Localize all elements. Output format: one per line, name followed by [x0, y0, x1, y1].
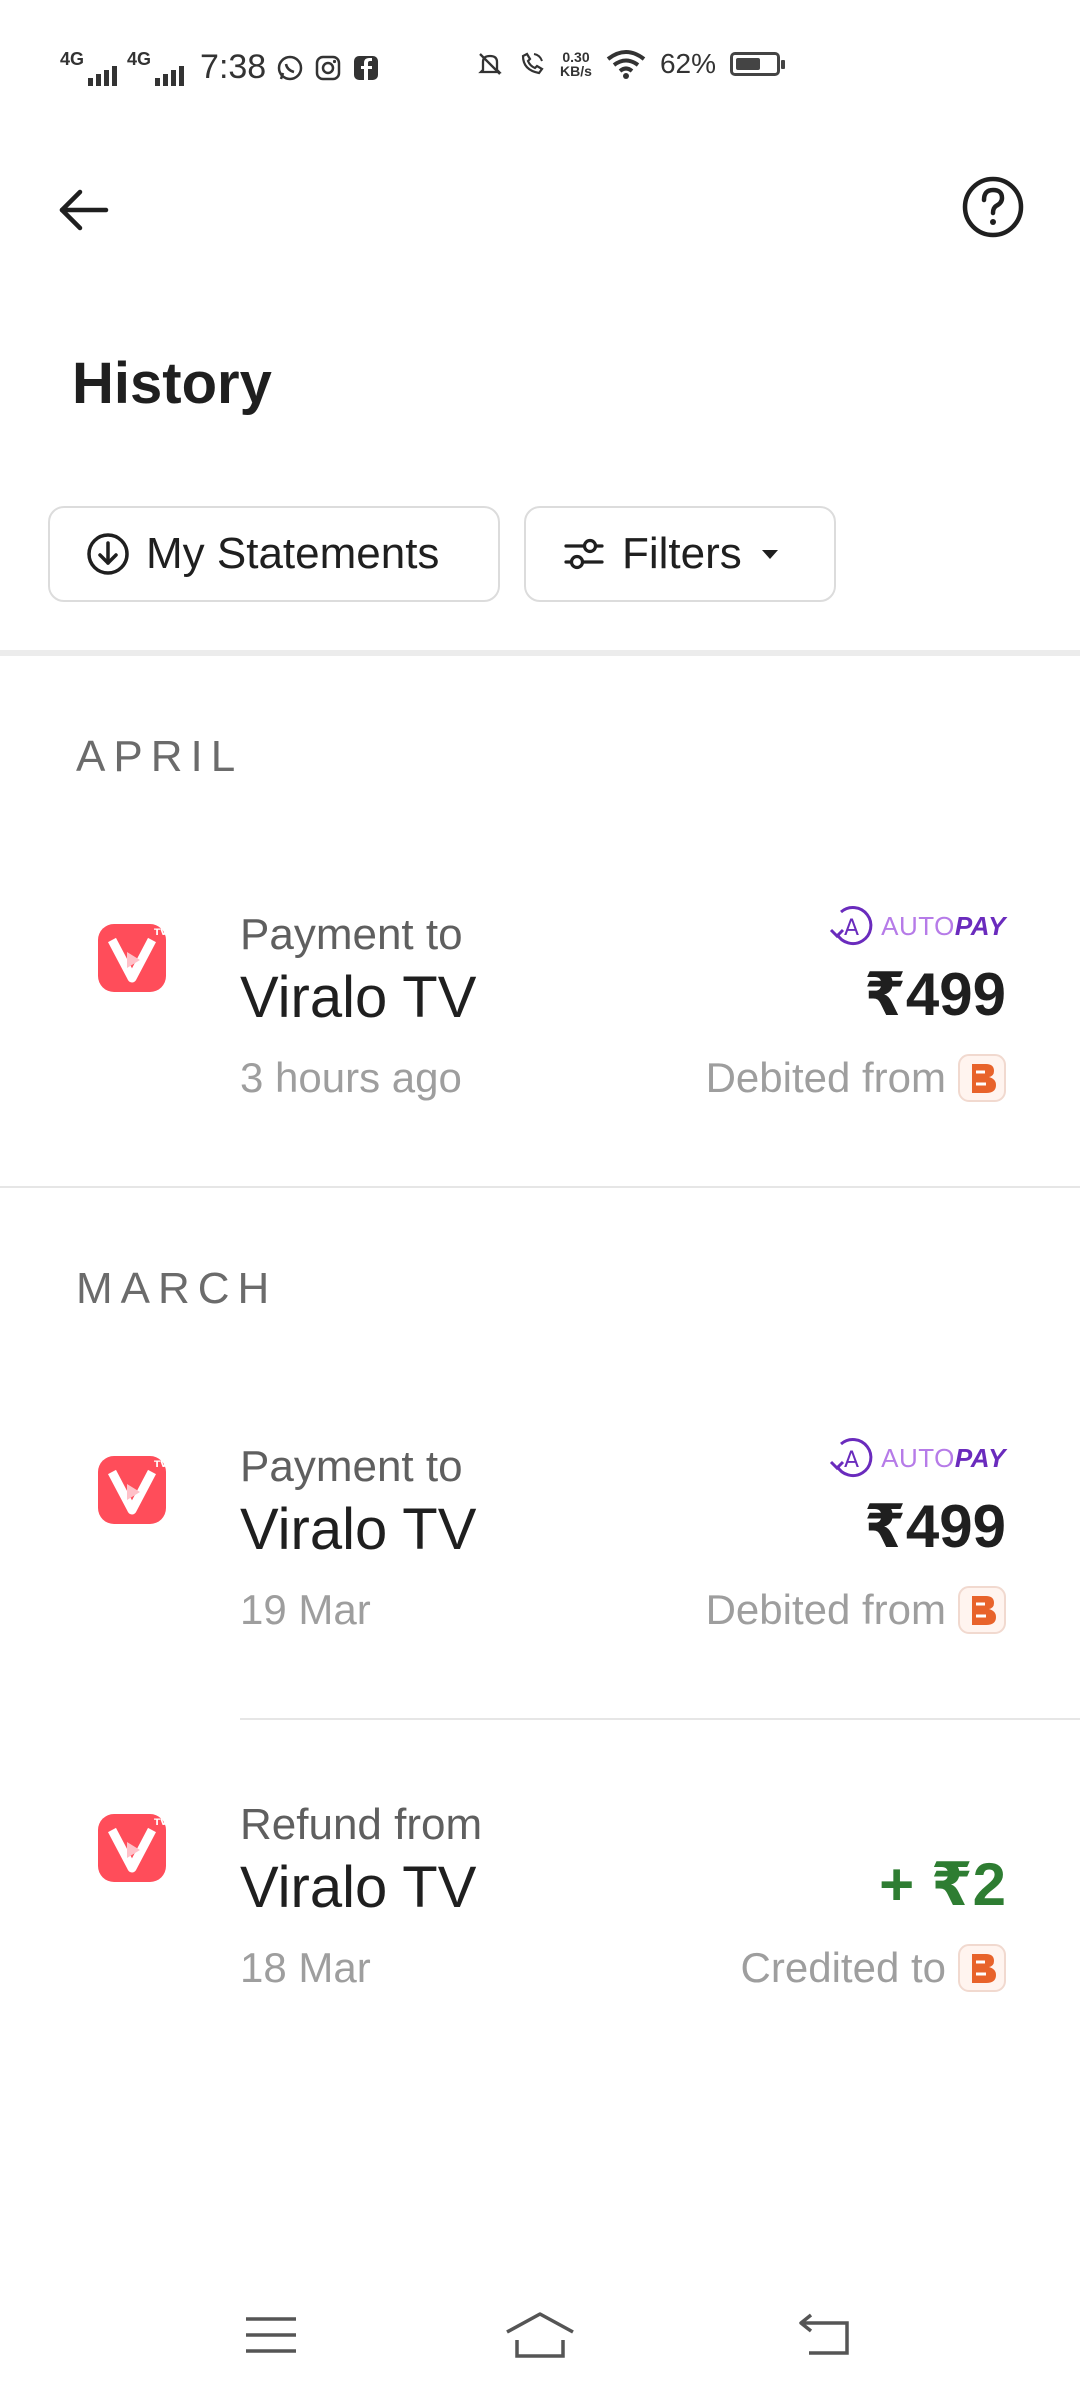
- home-button[interactable]: [495, 2290, 585, 2380]
- clock: 7:38: [200, 48, 267, 86]
- transaction-row[interactable]: TV Payment to Viralo TV 3 hours ago A AU…: [0, 862, 1080, 1102]
- network-type-1: 4G: [60, 49, 85, 69]
- whatsapp-icon: [277, 55, 303, 80]
- merchant-name: Viralo TV: [240, 965, 477, 1030]
- signal-2: 4G: [127, 49, 185, 86]
- autopay-text-pay: PAY: [954, 1442, 1006, 1473]
- merchant-name: Viralo TV: [240, 1855, 477, 1920]
- svg-text:TV: TV: [154, 1460, 167, 1470]
- bank-logo-icon: [958, 1586, 1006, 1634]
- help-icon: [962, 176, 1024, 238]
- wifi-call-icon: [521, 52, 544, 75]
- section-divider: [0, 650, 1080, 656]
- account-info: Debited from: [706, 1054, 1006, 1102]
- page-title: History: [72, 351, 272, 416]
- transaction-amount: ₹499: [864, 961, 1006, 1028]
- status-bar: 4G 4G 7:38 0.30 KB/s 62%: [0, 0, 1080, 146]
- home-icon: [506, 2312, 574, 2358]
- filters-label: Filters: [622, 529, 742, 578]
- autopay-icon: A: [830, 1438, 873, 1477]
- account-label: Debited from: [705, 1586, 946, 1633]
- back-button[interactable]: [52, 178, 116, 242]
- transaction-kind: Payment to: [240, 910, 463, 959]
- account-label: Debited from: [705, 1054, 946, 1101]
- autopay-badge: A AUTOPAY: [827, 1436, 1006, 1480]
- signal-1: 4G: [60, 49, 118, 86]
- section-divider: [0, 1186, 1080, 1188]
- svg-text:TV: TV: [154, 1818, 167, 1828]
- transaction-kind: Refund from: [240, 1800, 483, 1849]
- transaction-kind: Payment to: [240, 1442, 463, 1491]
- battery-percent: 62%: [659, 48, 716, 79]
- history-screen: 4G 4G 7:38 0.30 KB/s 62% History My Stat…: [0, 0, 1080, 2400]
- transaction-time: 19 Mar: [240, 1586, 371, 1633]
- svg-text:TV: TV: [154, 928, 167, 938]
- signal-bars-icon: [155, 64, 185, 86]
- wifi-icon: [606, 50, 646, 79]
- bank-logo-icon: [958, 1944, 1006, 1992]
- arrow-left-icon: [59, 189, 109, 231]
- mute-icon: [478, 53, 502, 75]
- month-header-march: MARCH: [76, 1264, 278, 1313]
- autopay-icon: A: [830, 906, 873, 945]
- merchant-name: Viralo TV: [240, 1497, 477, 1562]
- system-back-button[interactable]: [780, 2290, 870, 2380]
- autopay-text-auto: AUTO: [881, 1442, 955, 1473]
- account-info: Debited from: [706, 1586, 1006, 1634]
- svg-text:A: A: [844, 1448, 859, 1473]
- account-info: Credited to: [741, 1944, 1006, 1992]
- autopay-text-pay: PAY: [954, 910, 1006, 941]
- facebook-icon: [354, 55, 379, 80]
- filters-button[interactable]: Filters: [524, 506, 836, 602]
- transaction-row[interactable]: TV Payment to Viralo TV 19 Mar A AUTOPAY…: [0, 1394, 1080, 1634]
- transaction-row[interactable]: TV Refund from Viralo TV 18 Mar + ₹2 Cre…: [0, 1752, 1080, 1992]
- battery-icon: [730, 52, 785, 76]
- bank-logo-icon: [958, 1054, 1006, 1102]
- transaction-amount: + ₹2: [879, 1851, 1006, 1918]
- my-statements-button[interactable]: My Statements: [48, 506, 500, 602]
- svg-text:A: A: [844, 916, 859, 941]
- network-type-2: 4G: [127, 49, 152, 69]
- battery-fill: [736, 58, 760, 70]
- viralo-tv-logo-icon: TV: [98, 924, 167, 992]
- return-icon: [799, 2313, 849, 2355]
- system-nav-bar: [0, 2280, 1080, 2400]
- viralo-tv-logo-icon: TV: [98, 1456, 167, 1524]
- transaction-amount: ₹499: [864, 1493, 1006, 1560]
- menu-icon: [246, 2317, 296, 2353]
- help-button[interactable]: [958, 172, 1028, 242]
- signal-bars-icon: [88, 64, 118, 86]
- my-statements-label: My Statements: [146, 529, 440, 578]
- transaction-time: 3 hours ago: [240, 1054, 462, 1101]
- instagram-icon: [315, 55, 341, 80]
- download-icon: [87, 533, 129, 575]
- transaction-time: 18 Mar: [240, 1944, 371, 1991]
- account-label: Credited to: [740, 1944, 946, 1991]
- recents-button[interactable]: [226, 2290, 316, 2380]
- caret-down-icon: [761, 550, 778, 559]
- filter-sliders-icon: [564, 538, 604, 570]
- month-header-april: APRIL: [76, 732, 244, 781]
- network-speed: 0.30 KB/s: [560, 50, 592, 78]
- speed-value: 0.30: [562, 49, 590, 65]
- speed-unit: KB/s: [560, 63, 592, 79]
- autopay-text-auto: AUTO: [881, 910, 955, 941]
- autopay-badge: A AUTOPAY: [827, 904, 1006, 948]
- viralo-tv-logo-icon: TV: [98, 1814, 167, 1882]
- row-divider: [240, 1718, 1080, 1720]
